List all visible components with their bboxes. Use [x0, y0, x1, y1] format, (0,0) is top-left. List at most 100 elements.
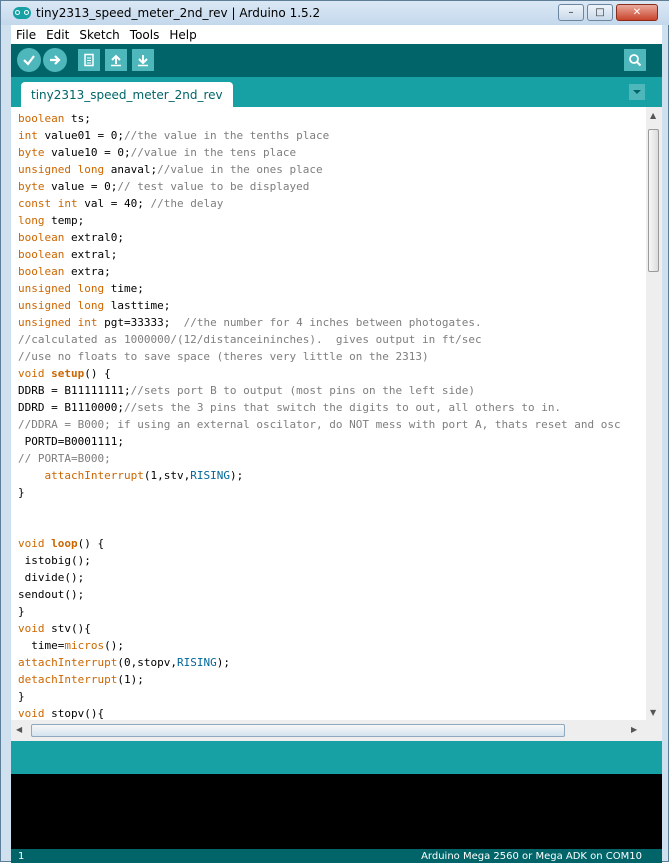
code-line[interactable]: boolean ts;: [18, 110, 646, 127]
arduino-logo-icon: [13, 7, 31, 19]
code-token: int: [57, 197, 78, 210]
save-button[interactable]: [132, 49, 154, 71]
code-line[interactable]: boolean extral0;: [18, 229, 646, 246]
code-token: RISING: [176, 656, 217, 669]
code-token: attachInterrupt: [18, 656, 118, 669]
code-token: }: [18, 690, 25, 703]
code-token: (0,stopv,: [117, 656, 177, 669]
open-button[interactable]: [105, 49, 127, 71]
code-token: loop: [51, 537, 78, 550]
code-token: long: [77, 282, 105, 295]
code-line[interactable]: PORTD=B0001111;: [18, 433, 646, 450]
tab-bar: tiny2313_speed_meter_2nd_rev: [11, 77, 662, 107]
code-token: int: [77, 316, 98, 329]
code-editor[interactable]: boolean ts; int value01 = 0;//the value i…: [11, 107, 646, 720]
code-line[interactable]: void setup() {: [18, 365, 646, 382]
code-line[interactable]: unsigned long anaval;//value in the ones…: [18, 161, 646, 178]
code-line[interactable]: boolean extral;: [18, 246, 646, 263]
code-token: stv(){: [44, 622, 91, 635]
minimize-button[interactable]: –: [558, 4, 584, 21]
code-line[interactable]: void loop() {: [18, 535, 646, 552]
code-line[interactable]: [18, 518, 646, 535]
code-line[interactable]: }: [18, 603, 646, 620]
scroll-up-icon[interactable]: ▲: [650, 111, 656, 120]
code-line[interactable]: DDRB = B11111111;//sets port B to output…: [18, 382, 646, 399]
scroll-down-icon[interactable]: ▼: [650, 708, 656, 717]
code-line[interactable]: [18, 501, 646, 518]
code-token: value01 = 0;: [37, 129, 124, 142]
code-line[interactable]: divide();: [18, 569, 646, 586]
code-token: );: [216, 656, 230, 669]
console-output: [11, 774, 662, 849]
verify-icon: [23, 55, 35, 66]
code-token: attachInterrupt: [44, 469, 144, 482]
code-line[interactable]: int value01 = 0;//the value in the tenth…: [18, 127, 646, 144]
maximize-button[interactable]: □: [587, 4, 613, 21]
verify-button[interactable]: [17, 48, 41, 72]
code-token: val = 40;: [77, 197, 151, 210]
code-token: const: [18, 197, 52, 210]
code-line[interactable]: //use no floats to save space (theres ve…: [18, 348, 646, 365]
code-token: sendout();: [18, 588, 85, 601]
code-line[interactable]: time=micros();: [18, 637, 646, 654]
code-line[interactable]: istobig();: [18, 552, 646, 569]
code-token: unsigned: [18, 316, 71, 329]
code-line[interactable]: void stv(){: [18, 620, 646, 637]
scroll-right-icon[interactable]: ▶: [631, 725, 637, 734]
code-token: RISING: [190, 469, 230, 482]
code-token: istobig();: [18, 554, 91, 567]
code-token: long: [77, 299, 105, 312]
code-token: long: [77, 163, 105, 176]
code-text[interactable]: boolean ts; int value01 = 0;//the value i…: [11, 107, 646, 720]
code-line[interactable]: DDRD = B1110000;//sets the 3 pins that s…: [18, 399, 646, 416]
code-line[interactable]: byte value10 = 0;//value in the tens pla…: [18, 144, 646, 161]
code-line[interactable]: unsigned int pgt=33333; //the number for…: [18, 314, 646, 331]
upload-button[interactable]: [43, 48, 67, 72]
code-token: value = 0;: [44, 180, 118, 193]
code-line[interactable]: void stopv(){: [18, 705, 646, 720]
code-line[interactable]: unsigned long lasttime;: [18, 297, 646, 314]
serial-monitor-button[interactable]: [624, 49, 646, 71]
horizontal-scrollbar[interactable]: ◀ ▶: [11, 720, 662, 741]
code-token: micros: [64, 639, 105, 652]
code-line[interactable]: long temp;: [18, 212, 646, 229]
menu-tools[interactable]: Tools: [125, 28, 165, 42]
code-line[interactable]: detachInterrupt(1);: [18, 671, 646, 688]
code-line[interactable]: const int val = 40; //the delay: [18, 195, 646, 212]
menu-sketch[interactable]: Sketch: [74, 28, 124, 42]
horizontal-scroll-thumb[interactable]: [31, 724, 565, 737]
status-bar: 1 Arduino Mega 2560 or Mega ADK on COM10: [11, 849, 662, 863]
code-token: extral;: [64, 248, 118, 261]
menu-edit[interactable]: Edit: [41, 28, 74, 42]
tab-menu-button[interactable]: [629, 84, 645, 100]
tab-sketch[interactable]: tiny2313_speed_meter_2nd_rev: [21, 82, 233, 107]
menu-help[interactable]: Help: [164, 28, 201, 42]
menu-file[interactable]: File: [11, 28, 41, 42]
code-line[interactable]: attachInterrupt(0,stopv,RISING);: [18, 654, 646, 671]
code-token: long: [18, 214, 45, 227]
code-token: boolean: [18, 112, 65, 125]
code-line[interactable]: }: [18, 688, 646, 705]
new-icon: [84, 53, 94, 67]
message-area: [11, 741, 662, 774]
code-token: lasttime;: [104, 299, 171, 312]
code-line[interactable]: unsigned long time;: [18, 280, 646, 297]
code-line[interactable]: byte value = 0;// test value to be displ…: [18, 178, 646, 195]
code-line[interactable]: attachInterrupt(1,stv,RISING);: [18, 467, 646, 484]
code-token: //sets the 3 pins that switch the digits…: [123, 401, 562, 414]
vertical-scroll-thumb[interactable]: [648, 129, 659, 272]
code-line[interactable]: boolean extra;: [18, 263, 646, 280]
vertical-scrollbar[interactable]: ▲ ▼: [646, 107, 662, 720]
scroll-left-icon[interactable]: ◀: [16, 725, 22, 734]
code-line[interactable]: //DDRA = B000; if using an external osci…: [18, 416, 646, 433]
new-button[interactable]: [78, 49, 100, 71]
close-button[interactable]: ✕: [616, 4, 658, 21]
code-token: time=: [18, 639, 65, 652]
code-line[interactable]: sendout();: [18, 586, 646, 603]
code-token: DDRD = B1110000;: [18, 401, 124, 414]
code-line[interactable]: //calculated as 1000000/(12/distanceinin…: [18, 331, 646, 348]
code-line[interactable]: // PORTA=B000;: [18, 450, 646, 467]
code-line[interactable]: }: [18, 484, 646, 501]
